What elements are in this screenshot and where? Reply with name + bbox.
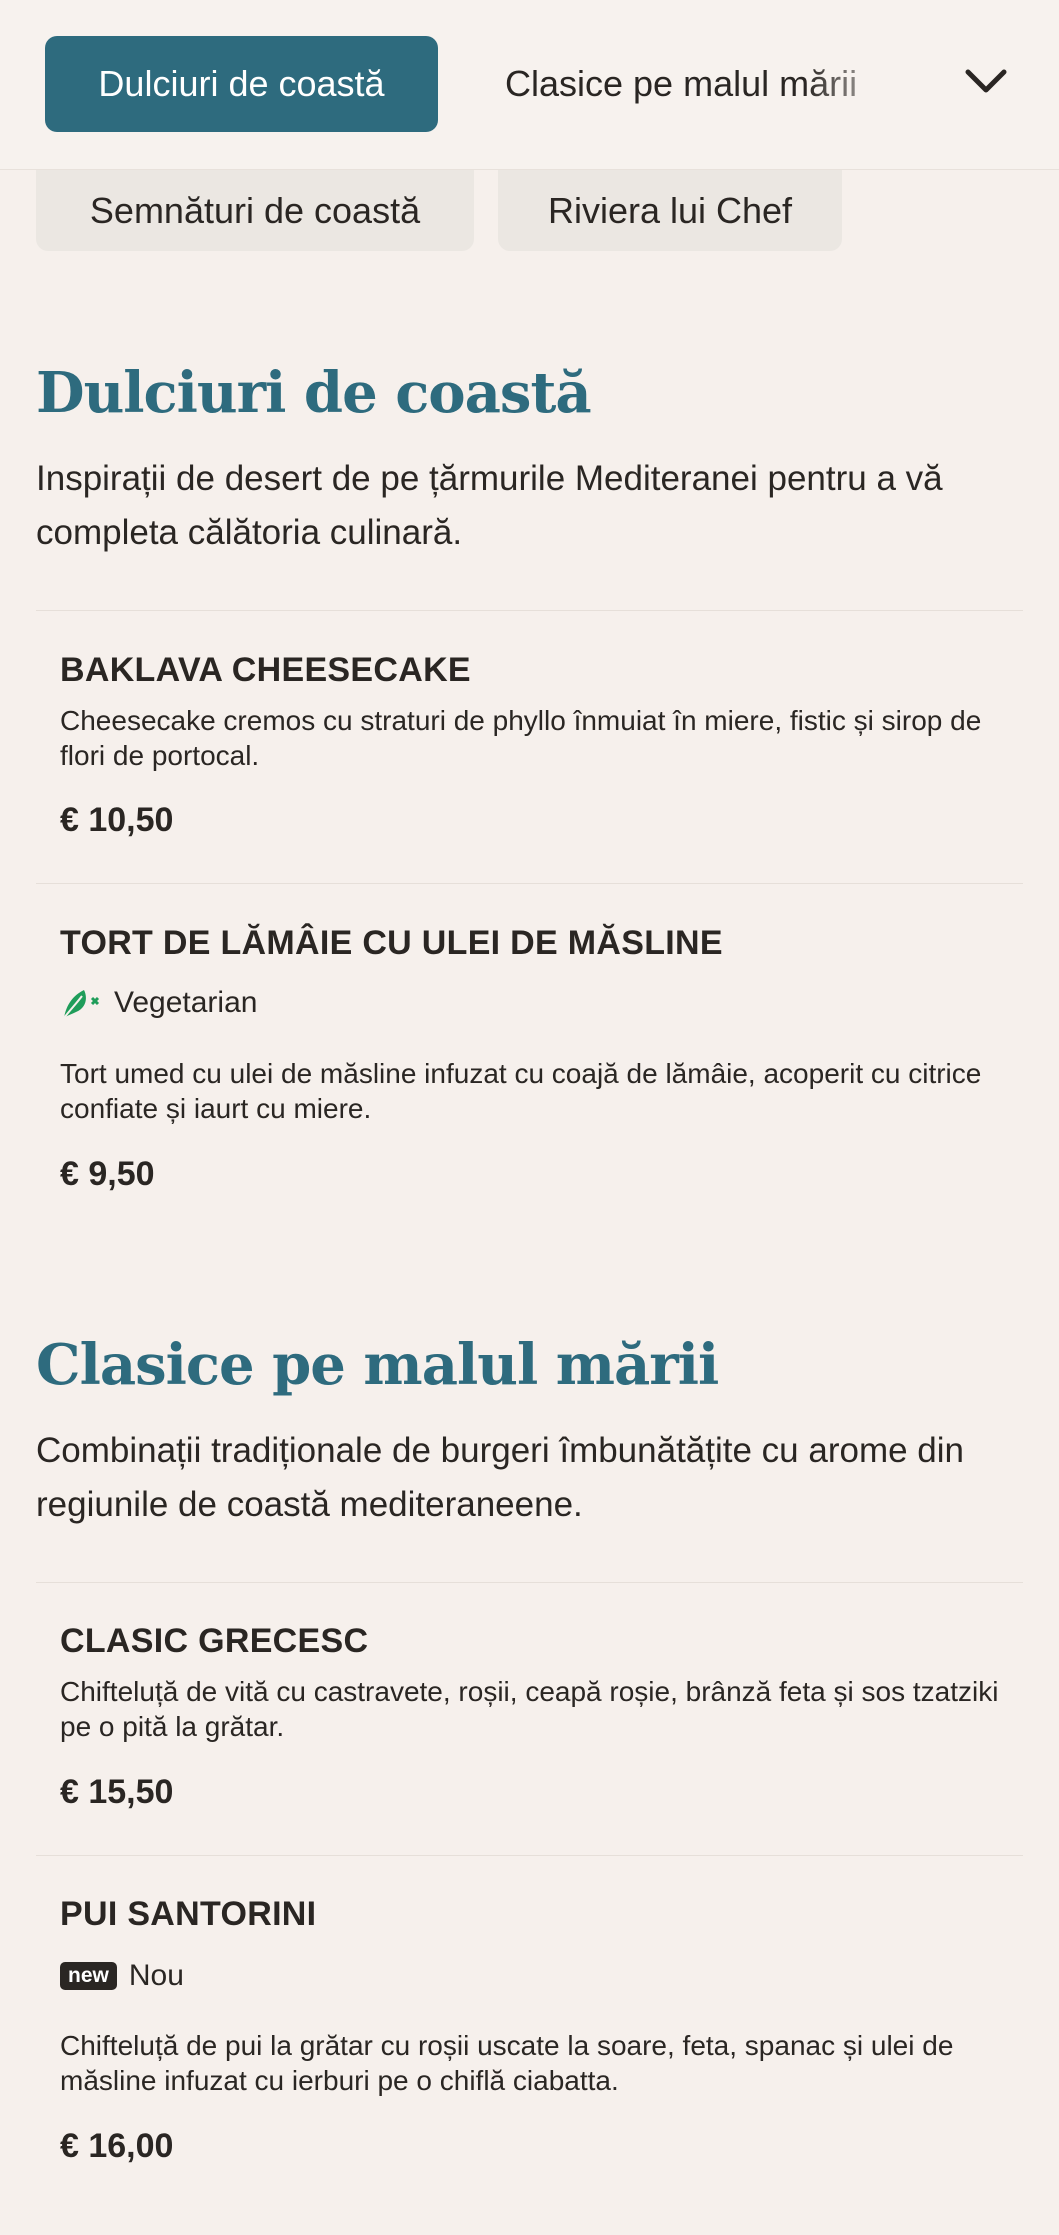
vegetarian-leaf-icon xyxy=(63,990,100,1019)
menu-item-price: € 16,00 xyxy=(60,2127,174,2165)
section-description: Combinații tradiționale de burgeri îmbun… xyxy=(36,1431,965,1524)
menu-item-name[interactable]: PUI SANTORINI xyxy=(60,1895,316,1934)
category-pill-riviera[interactable]: Riviera lui Chef xyxy=(498,170,842,251)
category-tab-active[interactable]: Dulciuri de coastă xyxy=(45,36,438,132)
category-pill-semnaturi[interactable]: Semnături de coastă xyxy=(36,170,474,251)
new-badge: new xyxy=(60,1962,117,1990)
divider xyxy=(36,1855,1023,1856)
menu-item-description: Tort umed cu ulei de măsline infuzat cu … xyxy=(60,1058,982,1124)
section-title: Dulciuri de coastă xyxy=(36,360,592,426)
menu-item-description: Cheesecake cremos cu straturi de phyllo … xyxy=(60,705,982,771)
dietary-tag-label: Vegetarian xyxy=(114,986,258,1019)
new-tag-label: Nou xyxy=(128,1959,184,1992)
menu-item-name[interactable]: CLASIC GRECESC xyxy=(60,1622,368,1661)
menu-item-description: Chifteluță de pui la grătar cu roșii usc… xyxy=(60,2030,954,2096)
divider xyxy=(36,883,1023,884)
menu-item-name[interactable]: BAKLAVA CHEESECAKE xyxy=(60,651,471,690)
menu-item-name[interactable]: TORT DE LĂMÂIE CU ULEI DE MĂSLINE xyxy=(60,924,723,963)
menu-item-price: € 15,50 xyxy=(60,1773,174,1811)
scroll-fade xyxy=(805,36,915,132)
divider xyxy=(36,1582,1023,1583)
menu-item-price: € 10,50 xyxy=(60,801,174,839)
divider xyxy=(36,610,1023,611)
dietary-tag: Vegetarian xyxy=(60,983,257,1023)
menu-item-price: € 9,50 xyxy=(60,1155,155,1193)
new-tag: new Nou xyxy=(60,1956,184,1996)
section-title: Clasice pe malul mării xyxy=(36,1332,719,1398)
menu-item-description: Chifteluță de vită cu castravete, roșii,… xyxy=(60,1676,999,1742)
section-description: Inspirații de desert de pe țărmurile Med… xyxy=(36,459,943,552)
chevron-down-icon[interactable] xyxy=(960,60,1012,104)
